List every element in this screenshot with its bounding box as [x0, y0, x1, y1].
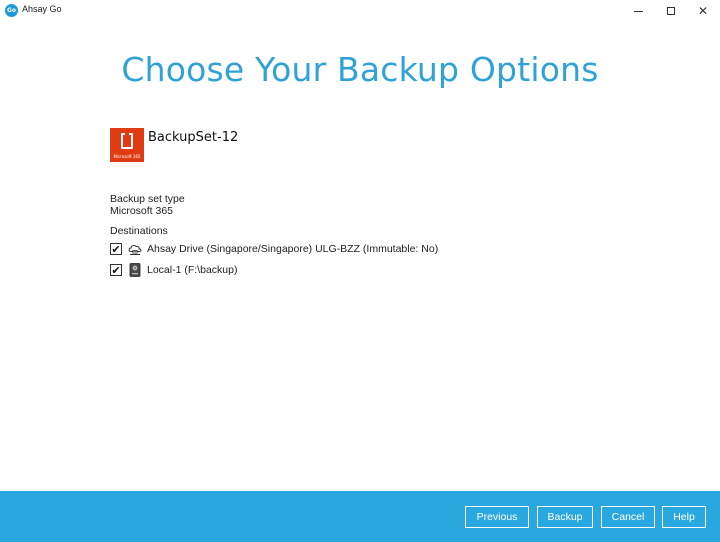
destination-label-ahsay-drive: Ahsay Drive (Singapore/Singapore) ULG-BZ… [147, 243, 439, 255]
maximize-button[interactable] [654, 0, 688, 22]
ahsay-go-logo-icon: Go [5, 4, 18, 17]
backup-set-type-label: Backup set type [110, 193, 185, 205]
previous-button[interactable]: Previous [465, 506, 529, 528]
close-button[interactable]: ✕ [686, 0, 720, 22]
backup-button[interactable]: Backup [537, 506, 593, 528]
page-title: Choose Your Backup Options [121, 50, 599, 89]
logo-caption: Microsoft 365 [113, 154, 141, 159]
destination-label-local: Local-1 (F:\backup) [147, 264, 238, 276]
minimize-icon [633, 10, 643, 12]
microsoft-365-logo-icon: Microsoft 365 [110, 128, 144, 162]
help-button[interactable]: Help [662, 506, 706, 528]
backup-set-name: BackupSet-12 [148, 130, 239, 145]
maximize-icon [667, 7, 675, 15]
title-bar: Go Ahsay Go ✕ [0, 0, 720, 22]
destination-item-local: ✔ Local-1 (F:\backup) [110, 262, 237, 278]
backup-set-type-value: Microsoft 365 [110, 205, 174, 217]
local-drive-icon [127, 262, 143, 278]
destination-item-ahsay-drive: ✔ Ahsay Drive (Singapore/Singapore) ULG-… [110, 241, 438, 257]
minimize-button[interactable] [621, 0, 655, 22]
destinations-label: Destinations [110, 225, 168, 237]
destination-checkbox-local[interactable]: ✔ [110, 264, 122, 276]
destination-checkbox-ahsay-drive[interactable]: ✔ [110, 243, 122, 255]
close-icon: ✕ [697, 4, 709, 18]
cloud-drive-icon [127, 241, 143, 257]
cancel-button[interactable]: Cancel [601, 506, 655, 528]
window-title: Ahsay Go [22, 4, 62, 14]
app-window: Go Ahsay Go ✕ Choose Your Backup Options… [0, 0, 720, 542]
